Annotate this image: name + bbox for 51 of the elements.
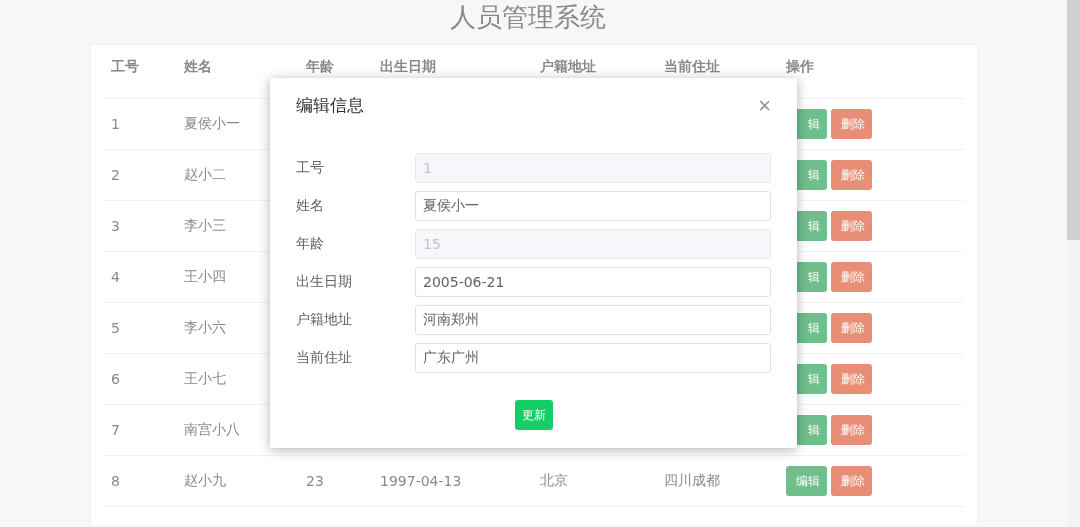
table-cell: 赵小二 [184,166,226,184]
table-cell: 3 [111,218,120,234]
table-cell: 23 [306,473,324,489]
table-cell: 4 [111,269,120,285]
table-cell: 8 [111,473,120,489]
column-header: 工号 [111,58,140,76]
delete-button[interactable]: 删除 [831,211,872,241]
field-label: 年龄 [296,235,325,253]
column-header: 年龄 [306,58,335,76]
table-cell: 北京 [540,472,568,490]
table-cell: 李小六 [184,319,226,337]
column-header: 当前住址 [664,58,721,76]
delete-button[interactable]: 删除 [831,109,872,139]
table-cell: 7 [111,422,120,438]
delete-button[interactable]: 删除 [831,466,872,496]
delete-button[interactable]: 删除 [831,364,872,394]
column-header: 户籍地址 [540,58,597,76]
table-cell: 赵小九 [184,472,226,490]
page-title: 人员管理系统 [450,1,606,34]
table-cell: 2 [111,167,120,183]
update-button[interactable]: 更新 [514,400,553,430]
table-cell: 南宫小八 [184,421,240,439]
input-field[interactable]: 夏侯小一 [415,191,771,221]
delete-button[interactable]: 删除 [831,313,872,343]
column-header: 出生日期 [380,58,437,76]
input-field[interactable]: 广东广州 [415,343,771,373]
field-label: 工号 [296,159,325,177]
field-label: 当前住址 [296,349,353,367]
scrollbar[interactable] [1067,0,1080,527]
table-cell: 6 [111,371,120,387]
field-label: 户籍地址 [296,311,353,329]
table-cell: 王小四 [184,268,226,286]
table-cell: 1 [111,116,120,132]
table-cell: 李小三 [184,217,226,235]
column-header: 操作 [786,58,815,76]
table-cell: 夏侯小一 [184,115,240,133]
column-header: 姓名 [184,58,213,76]
close-button[interactable]: × [758,95,771,116]
table-cell: 1997-04-13 [380,473,462,489]
delete-button[interactable]: 删除 [831,415,872,445]
field-label: 姓名 [296,197,325,215]
input-field[interactable]: 2005-06-21 [415,267,771,297]
table-cell: 王小七 [184,370,226,388]
edit-button[interactable]: 编辑 [786,466,827,496]
delete-button[interactable]: 删除 [831,262,872,292]
field-label: 出生日期 [296,273,353,291]
delete-button[interactable]: 删除 [831,160,872,190]
dialog-title: 编辑信息 [296,94,364,117]
table-cell: 四川成都 [664,472,720,490]
table-cell: 5 [111,320,120,336]
input-field[interactable]: 河南郑州 [415,305,771,335]
